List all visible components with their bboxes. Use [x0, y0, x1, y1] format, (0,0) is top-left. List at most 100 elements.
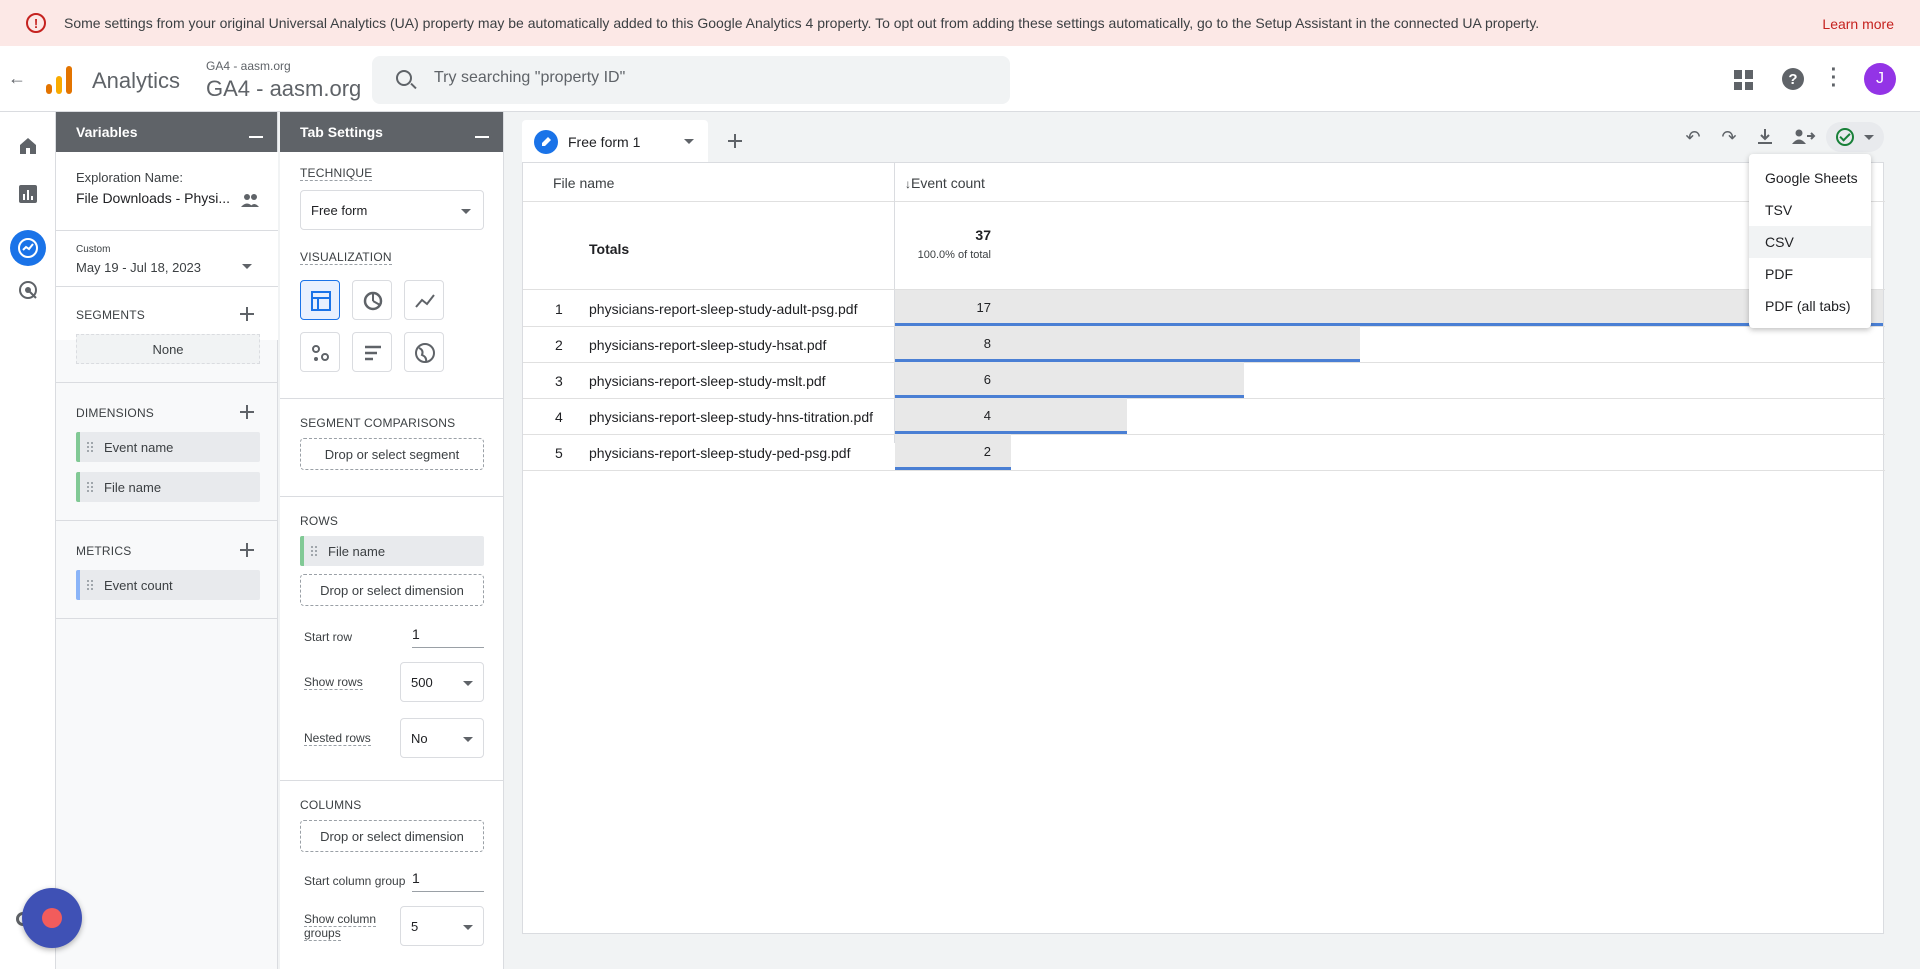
chevron-down-icon: [1864, 135, 1874, 140]
undo-icon[interactable]: ↶: [1682, 126, 1704, 148]
technique-select[interactable]: Free form: [300, 190, 484, 230]
segments-label: SEGMENTS: [76, 308, 145, 322]
add-metric-icon[interactable]: [240, 543, 254, 557]
property-picker[interactable]: GA4 - aasm.org: [206, 76, 361, 102]
tab-settings-header: Tab Settings: [280, 112, 503, 152]
show-column-groups-value: 5: [411, 919, 419, 934]
show-column-groups-label: groups: [304, 926, 341, 941]
add-segment-icon[interactable]: [240, 307, 254, 321]
chevron-down-icon: [463, 737, 473, 742]
tab-label: Free form 1: [568, 134, 641, 150]
rows-drop-target[interactable]: Drop or select dimension: [300, 574, 484, 606]
column-header-event-count[interactable]: ↓Event count: [905, 175, 985, 215]
show-rows-select[interactable]: 500: [400, 662, 484, 702]
tab-settings-panel: Tab Settings TECHNIQUE Free form VISUALI…: [280, 112, 504, 969]
totals-percent: 100.0% of total: [917, 249, 991, 261]
minimize-icon[interactable]: [249, 136, 263, 138]
minimize-icon[interactable]: [475, 136, 489, 138]
error-icon: !: [26, 13, 46, 33]
table-row[interactable]: 2 physicians-report-sleep-study-hsat.pdf 8: [523, 326, 1885, 362]
row-file-name: physicians-report-sleep-study-adult-psg.…: [589, 301, 858, 317]
row-event-count: 17: [976, 300, 991, 315]
redo-icon[interactable]: ↷: [1718, 126, 1740, 148]
dimension-chip[interactable]: File name: [76, 472, 260, 502]
account-name[interactable]: GA4 - aasm.org: [206, 59, 291, 73]
show-column-groups-select[interactable]: 5: [400, 906, 484, 946]
column-header-file-name[interactable]: File name: [553, 175, 614, 215]
dimension-label: File name: [104, 480, 162, 495]
exploration-name-label: Exploration Name:: [76, 170, 183, 185]
dimension-chip[interactable]: Event name: [76, 432, 260, 462]
tab-menu-icon[interactable]: [684, 139, 694, 144]
menu-item-google-sheets[interactable]: Google Sheets: [1749, 162, 1871, 194]
download-icon[interactable]: [1754, 126, 1776, 148]
variables-panel: Variables Exploration Name: File Downloa…: [56, 112, 278, 969]
explore-icon[interactable]: [10, 230, 46, 266]
technique-value: Free form: [311, 203, 368, 218]
nested-rows-select[interactable]: No: [400, 718, 484, 758]
help-icon[interactable]: ?: [1782, 68, 1804, 90]
menu-item-pdf-all-tabs[interactable]: PDF (all tabs): [1749, 290, 1871, 322]
start-row-input[interactable]: 1: [412, 626, 484, 648]
share-icon[interactable]: [1790, 126, 1816, 148]
metrics-label: METRICS: [76, 544, 132, 558]
learn-more-link[interactable]: Learn more: [1822, 16, 1894, 32]
table-row[interactable]: 1 physicians-report-sleep-study-adult-psg…: [523, 290, 1885, 326]
menu-item-label: CSV: [1765, 234, 1794, 250]
apps-grid-icon[interactable]: [1734, 70, 1754, 90]
nested-rows-label: Nested rows: [304, 731, 371, 746]
columns-label: COLUMNS: [300, 798, 362, 812]
home-icon[interactable]: [16, 134, 40, 158]
menu-item-csv[interactable]: CSV: [1749, 226, 1871, 258]
table-row[interactable]: 4 physicians-report-sleep-study-hns-titra…: [523, 398, 1885, 434]
save-status-button[interactable]: [1826, 122, 1884, 152]
start-column-input[interactable]: 1: [412, 870, 484, 892]
drag-handle-icon[interactable]: [310, 545, 318, 557]
add-dimension-icon[interactable]: [240, 405, 254, 419]
scatter-icon: [312, 345, 329, 361]
search-icon: [396, 70, 412, 86]
viz-scatter-button[interactable]: [300, 332, 340, 372]
product-name: Analytics: [92, 68, 181, 93]
viz-line-button[interactable]: [404, 280, 444, 320]
dimensions-label: DIMENSIONS: [76, 406, 155, 420]
table-row[interactable]: 3 physicians-report-sleep-study-mslt.pdf 6: [523, 362, 1885, 398]
row-index: 1: [555, 301, 563, 317]
row-event-count: 8: [983, 336, 991, 351]
drag-handle-icon[interactable]: [86, 579, 94, 591]
menu-item-tsv[interactable]: TSV: [1749, 194, 1871, 226]
viz-table-button[interactable]: [300, 280, 340, 320]
search-bar[interactable]: [372, 56, 1010, 104]
line-chart-icon: [415, 294, 435, 308]
viz-bar-button[interactable]: [352, 332, 392, 372]
start-column-label: Start column group: [304, 874, 406, 888]
record-fab-button[interactable]: [22, 888, 82, 948]
advertising-icon[interactable]: [16, 278, 40, 302]
rows-dimension-chip[interactable]: File name: [300, 536, 484, 566]
totals-value: 37: [975, 227, 991, 243]
menu-item-pdf[interactable]: PDF: [1749, 258, 1871, 290]
drag-handle-icon[interactable]: [86, 441, 94, 453]
date-dropdown-icon[interactable]: [242, 264, 252, 269]
plus-icon: [728, 134, 742, 148]
table-row[interactable]: 5 physicians-report-sleep-study-ped-psg.p…: [523, 434, 1885, 470]
reports-icon[interactable]: [16, 182, 40, 206]
viz-donut-button[interactable]: [352, 280, 392, 320]
row-file-name: physicians-report-sleep-study-mslt.pdf: [589, 373, 826, 389]
segment-drop-target[interactable]: Drop or select segment: [300, 438, 484, 470]
search-input[interactable]: [434, 69, 974, 87]
date-range[interactable]: May 19 - Jul 18, 2023: [76, 260, 201, 275]
viz-geo-button[interactable]: [404, 332, 444, 372]
row-event-count: 4: [983, 408, 991, 423]
tab-free-form-1[interactable]: Free form 1: [522, 120, 708, 162]
metric-chip[interactable]: Event count: [76, 570, 260, 600]
exploration-name-input[interactable]: File Downloads - Physi...: [76, 190, 230, 206]
add-tab-button[interactable]: [718, 124, 752, 158]
globe-icon: [415, 343, 435, 363]
avatar[interactable]: J: [1864, 63, 1896, 95]
more-vert-icon[interactable]: · · ·: [1828, 60, 1840, 96]
tab-settings-title: Tab Settings: [300, 124, 383, 140]
drag-handle-icon[interactable]: [86, 481, 94, 493]
back-arrow-icon[interactable]: ←: [8, 68, 26, 89]
columns-drop-target[interactable]: Drop or select dimension: [300, 820, 484, 852]
